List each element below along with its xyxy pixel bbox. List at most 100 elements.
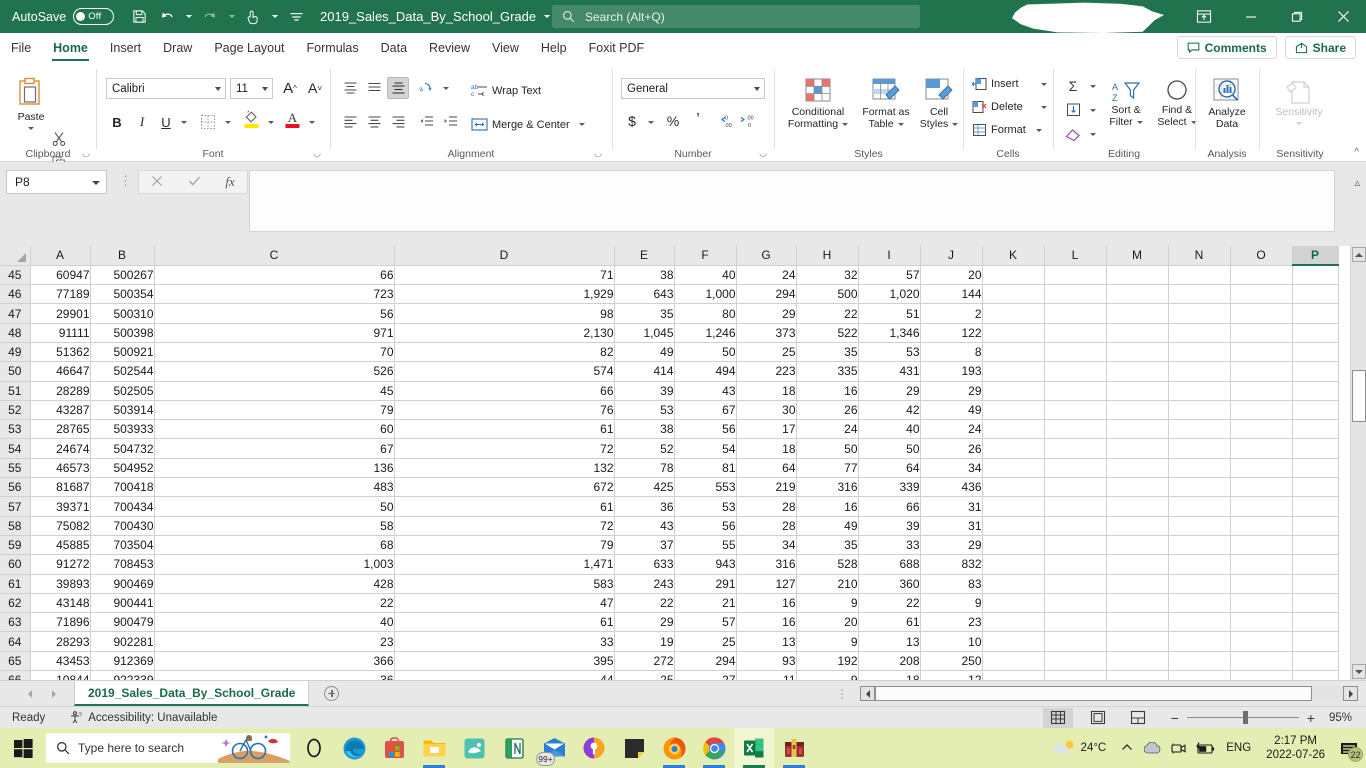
cell[interactable]: 81687	[30, 477, 91, 498]
cell[interactable]: 51362	[30, 342, 91, 363]
cell[interactable]: 53	[674, 496, 737, 517]
cell[interactable]	[1292, 284, 1339, 305]
cell[interactable]: 54	[674, 438, 737, 459]
tab-file[interactable]: File	[0, 33, 42, 63]
cell[interactable]: 12	[920, 670, 983, 680]
cell[interactable]: 55	[674, 535, 737, 556]
cell[interactable]: 832	[920, 554, 983, 575]
customize-qat-icon[interactable]	[283, 4, 309, 30]
cell[interactable]: 11	[736, 670, 797, 680]
cell[interactable]: 36	[614, 496, 675, 517]
app-teal-icon[interactable]	[454, 728, 494, 768]
cell[interactable]: 574	[394, 361, 615, 382]
number-dialog-launcher[interactable]: ◡	[759, 148, 767, 159]
cell[interactable]: 61	[394, 419, 615, 440]
cell[interactable]	[1106, 651, 1169, 672]
cell[interactable]: 33	[394, 631, 615, 652]
cell[interactable]: 526	[154, 361, 395, 382]
cell[interactable]	[1106, 284, 1169, 305]
cell[interactable]: 36	[154, 670, 395, 680]
format-as-table-dropdown-icon[interactable]	[897, 122, 904, 126]
row-header-64[interactable]: 64	[0, 631, 31, 652]
cell[interactable]: 17	[736, 419, 797, 440]
cell[interactable]	[1106, 554, 1169, 575]
cell[interactable]	[1230, 574, 1293, 594]
cell[interactable]: 44	[394, 670, 615, 680]
zoom-slider[interactable]	[1186, 708, 1299, 728]
cell[interactable]: 210	[796, 574, 859, 594]
cell[interactable]: 136	[154, 458, 395, 479]
table-row[interactable]: 60 91272 708453 1,003 1,471 633 943 316 528 688 83…	[0, 554, 1339, 575]
cell[interactable]	[1168, 612, 1231, 633]
cell[interactable]	[1230, 458, 1293, 479]
cell[interactable]: 45	[154, 381, 395, 401]
cell[interactable]	[982, 381, 1045, 401]
cell[interactable]	[1106, 361, 1169, 382]
cell[interactable]: 18	[736, 381, 797, 401]
cell[interactable]: 912369	[90, 651, 155, 672]
cell[interactable]: 700434	[90, 496, 155, 517]
cell[interactable]	[1044, 477, 1107, 498]
cell[interactable]: 502505	[90, 381, 155, 401]
cell[interactable]: 1,045	[614, 322, 675, 343]
cell[interactable]: 902281	[90, 631, 155, 652]
cell[interactable]: 672	[394, 477, 615, 498]
cell[interactable]: 21	[674, 593, 737, 614]
table-row[interactable]: 48 91111 500398 971 2,130 1,045 1,246 373 522 1,3…	[0, 322, 1339, 343]
autosum-dropdown-icon[interactable]	[1082, 75, 1104, 97]
cell[interactable]	[1230, 303, 1293, 324]
cell[interactable]: 122	[920, 322, 983, 343]
cell[interactable]: 144	[920, 284, 983, 305]
cortana-icon[interactable]	[294, 728, 334, 768]
table-row[interactable]: 61 39893 900469 428 583 243 291 127 210 360 83	[0, 574, 1339, 594]
cell[interactable]: 20	[920, 265, 983, 286]
cell[interactable]	[1044, 670, 1107, 680]
increase-decimal-button[interactable]: 0.00	[713, 110, 735, 132]
cell[interactable]	[982, 458, 1045, 479]
cell[interactable]: 66	[858, 496, 921, 517]
cell[interactable]	[982, 516, 1045, 536]
sort-filter-button[interactable]: A Z Sort & Filter	[1102, 82, 1150, 128]
cell[interactable]	[1168, 651, 1231, 672]
cell[interactable]: 35	[796, 535, 859, 556]
cell[interactable]: 28	[736, 516, 797, 536]
cell[interactable]: 294	[736, 284, 797, 305]
cell[interactable]: 25	[674, 631, 737, 652]
cell[interactable]: 8	[920, 342, 983, 363]
cell[interactable]: 500398	[90, 322, 155, 343]
cell[interactable]	[1168, 342, 1231, 363]
cell[interactable]: 31	[920, 516, 983, 536]
cell[interactable]	[1044, 612, 1107, 633]
autosave-switch[interactable]: Off	[73, 8, 115, 25]
close-button[interactable]	[1320, 0, 1366, 33]
cell[interactable]: 83	[920, 574, 983, 594]
cell[interactable]: 192	[796, 651, 859, 672]
decrease-font-size-button[interactable]: A ˅	[304, 77, 326, 99]
fill-color-button[interactable]	[240, 108, 262, 130]
cut-button[interactable]	[52, 131, 66, 146]
cell[interactable]: 64	[736, 458, 797, 479]
column-header-n[interactable]: N	[1168, 246, 1231, 266]
cell[interactable]	[1044, 361, 1107, 382]
cell[interactable]: 395	[394, 651, 615, 672]
align-left-button[interactable]	[339, 111, 361, 133]
cell[interactable]: 76	[394, 400, 615, 421]
accessibility-status[interactable]: ? Accessibility: Unavailable	[69, 710, 217, 725]
horizontal-scrollbar[interactable]	[860, 686, 1358, 701]
cell[interactable]: 13	[736, 631, 797, 652]
borders-dropdown-icon[interactable]	[217, 111, 239, 133]
cell[interactable]: 51	[858, 303, 921, 324]
cell[interactable]: 500310	[90, 303, 155, 324]
cell[interactable]	[1168, 516, 1231, 536]
decrease-decimal-button[interactable]: .00 0	[737, 110, 759, 132]
align-middle-button[interactable]	[363, 77, 385, 99]
cell[interactable]: 29	[920, 381, 983, 401]
zoom-slider-thumb[interactable]	[1242, 711, 1248, 724]
column-header-b[interactable]: B	[90, 246, 155, 266]
cell[interactable]	[982, 631, 1045, 652]
cell[interactable]: 28293	[30, 631, 91, 652]
tab-page-layout[interactable]: Page Layout	[203, 33, 295, 63]
cell[interactable]: 46647	[30, 361, 91, 382]
column-header-f[interactable]: F	[674, 246, 737, 266]
paste-dropdown-icon[interactable]	[28, 126, 34, 130]
